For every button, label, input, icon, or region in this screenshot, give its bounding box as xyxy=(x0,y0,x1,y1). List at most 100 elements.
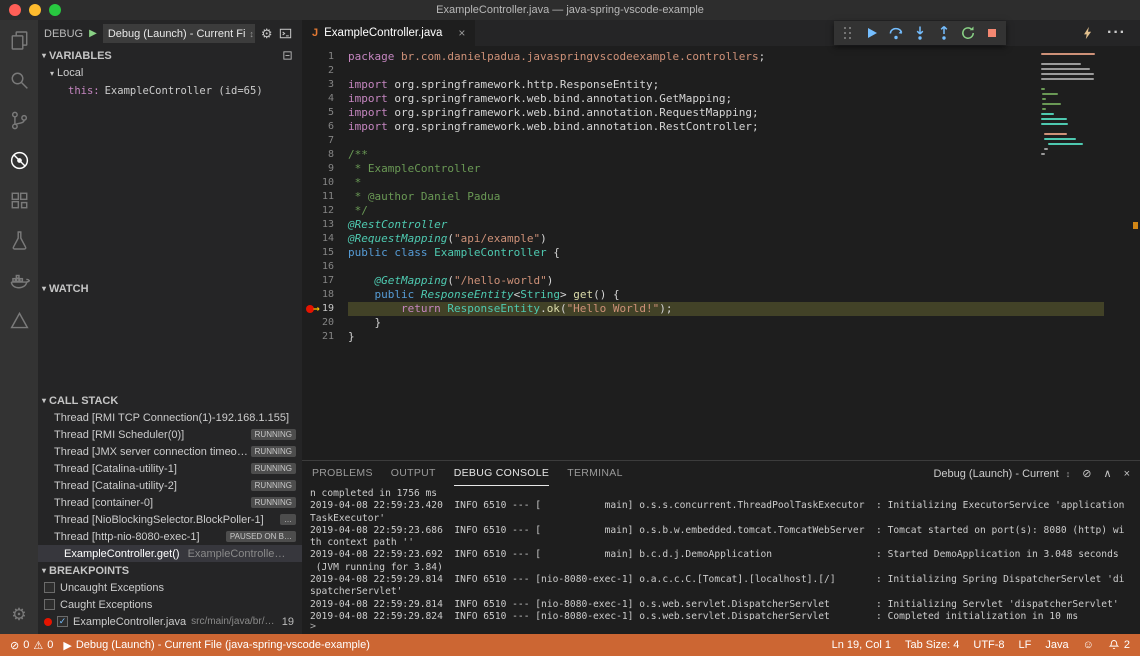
code-line-20[interactable]: 20 } xyxy=(302,316,1140,330)
code-line-17[interactable]: 17 @GetMapping("/hello-world") xyxy=(302,274,1140,288)
stop-button[interactable] xyxy=(980,21,1004,45)
settings-gear-icon[interactable]: ⚙ xyxy=(0,594,38,634)
gutter-line-6[interactable]: 6 xyxy=(302,120,348,134)
thread-row[interactable]: Thread [http-nio-8080-exec-1]PAUSED ON B… xyxy=(38,528,302,545)
gutter-line-20[interactable]: 20 xyxy=(302,316,348,330)
code-line-12[interactable]: 12 */ xyxy=(302,204,1140,218)
status-item[interactable]: UTF-8 xyxy=(973,639,1004,651)
code-line-10[interactable]: 10 * xyxy=(302,176,1140,190)
code-line-11[interactable]: 11 * @author Daniel Padua xyxy=(302,190,1140,204)
variable-entry[interactable]: this:ExampleController (id=65) xyxy=(38,82,302,100)
gutter-line-3[interactable]: 3 xyxy=(302,78,348,92)
minimize-window-button[interactable] xyxy=(29,4,41,16)
code-line-6[interactable]: 6import org.springframework.web.bind.ann… xyxy=(302,120,1140,134)
stack-frame-row[interactable]: ExampleController.get()ExampleControlle… xyxy=(38,545,302,562)
continue-button[interactable] xyxy=(860,21,884,45)
code-line-13[interactable]: 13@RestController xyxy=(302,218,1140,232)
close-window-button[interactable] xyxy=(9,4,21,16)
gutter-line-15[interactable]: 15 xyxy=(302,246,348,260)
maximize-window-button[interactable] xyxy=(49,4,61,16)
explorer-icon[interactable] xyxy=(0,20,38,60)
title-bar[interactable]: ExampleController.java — java-spring-vsc… xyxy=(0,0,1140,20)
call-stack-section-header[interactable]: ▾ CALL STACK xyxy=(38,392,302,409)
thread-row[interactable]: Thread [JMX server connection timeout 21… xyxy=(38,443,302,460)
thread-row[interactable]: Thread [container-0]RUNNING xyxy=(38,494,302,511)
thread-row[interactable]: Thread [RMI TCP Connection(1)-192.168.1.… xyxy=(38,409,302,426)
thread-row[interactable]: Thread [Catalina-utility-2]RUNNING xyxy=(38,477,302,494)
close-panel-icon[interactable]: × xyxy=(1124,468,1130,480)
overview-ruler[interactable] xyxy=(1104,46,1140,460)
code-line-16[interactable]: 16 xyxy=(302,260,1140,274)
code-line-15[interactable]: 15public class ExampleController { xyxy=(302,246,1140,260)
debug-icon[interactable] xyxy=(0,140,38,180)
breakpoint-checkbox[interactable]: ✓ xyxy=(57,616,68,627)
gutter-line-12[interactable]: 12 xyxy=(302,204,348,218)
code-line-8[interactable]: 8/** xyxy=(302,148,1140,162)
code-line-9[interactable]: 9 * ExampleController xyxy=(302,162,1140,176)
gutter-line-16[interactable]: 16 xyxy=(302,260,348,274)
code-line-21[interactable]: 21} xyxy=(302,330,1140,344)
editor-more-actions-icon[interactable]: ··· xyxy=(1107,24,1126,42)
gutter-line-17[interactable]: 17 xyxy=(302,274,348,288)
collapse-all-icon[interactable] xyxy=(281,49,294,62)
gutter-line-7[interactable]: 7 xyxy=(302,134,348,148)
toolbar-drag-handle[interactable] xyxy=(836,21,860,45)
gutter-line-18[interactable]: 18 xyxy=(302,288,348,302)
debug-session-select[interactable]: Debug (Launch) - Current ↕ xyxy=(933,468,1070,480)
tab-examplecontroller-java[interactable]: J ExampleController.java × xyxy=(302,20,475,46)
docker-icon[interactable] xyxy=(0,260,38,300)
code-line-3[interactable]: 3import org.springframework.http.Respons… xyxy=(302,78,1140,92)
panel-tab-debug-console[interactable]: DEBUG CONSOLE xyxy=(454,461,550,486)
code-line-19[interactable]: →19 return ResponseEntity.ok("Hello Worl… xyxy=(302,302,1140,316)
gutter-line-4[interactable]: 4 xyxy=(302,92,348,106)
gutter-line-9[interactable]: 9 xyxy=(302,162,348,176)
status-item[interactable]: Java xyxy=(1045,639,1068,651)
restart-button[interactable] xyxy=(956,21,980,45)
code-editor[interactable]: 1package br.com.danielpadua.javaspringvs… xyxy=(302,46,1140,460)
code-line-2[interactable]: 2 xyxy=(302,64,1140,78)
panel-tab-output[interactable]: OUTPUT xyxy=(391,461,436,486)
step-into-button[interactable] xyxy=(908,21,932,45)
status-item[interactable]: Ln 19, Col 1 xyxy=(832,639,891,651)
status-item[interactable]: LF xyxy=(1019,639,1032,651)
gutter-line-1[interactable]: 1 xyxy=(302,50,348,64)
breakpoint-row[interactable]: ✓ExampleController.javasrc/main/java/br/… xyxy=(38,613,302,630)
debug-console-toggle-icon[interactable] xyxy=(278,26,293,41)
gutter-line-5[interactable]: 5 xyxy=(302,106,348,120)
clear-console-icon[interactable]: ⊘ xyxy=(1082,467,1091,480)
minimap[interactable] xyxy=(1038,50,1104,168)
azure-icon[interactable] xyxy=(0,300,38,340)
panel-tab-problems[interactable]: PROBLEMS xyxy=(312,461,373,486)
maximize-panel-icon[interactable]: ∧ xyxy=(1104,467,1112,480)
breakpoint-checkbox[interactable] xyxy=(44,582,55,593)
code-line-18[interactable]: 18 public ResponseEntity<String> get() { xyxy=(302,288,1140,302)
gutter-line-10[interactable]: 10 xyxy=(302,176,348,190)
gutter-line-2[interactable]: 2 xyxy=(302,64,348,78)
thread-row[interactable]: Thread [RMI Scheduler(0)]RUNNING xyxy=(38,426,302,443)
code-line-7[interactable]: 7 xyxy=(302,134,1140,148)
code-line-14[interactable]: 14@RequestMapping("api/example") xyxy=(302,232,1140,246)
breakpoints-section-header[interactable]: ▾ BREAKPOINTS xyxy=(38,562,302,579)
breakpoint-checkbox[interactable] xyxy=(44,599,55,610)
gutter-line-11[interactable]: 11 xyxy=(302,190,348,204)
variables-section-header[interactable]: ▾ VARIABLES xyxy=(38,47,302,64)
debug-status[interactable]: ▶ Debug (Launch) - Current File (java-sp… xyxy=(63,639,370,652)
breakpoint-row[interactable]: Uncaught Exceptions xyxy=(38,579,302,596)
console-input-row[interactable]: > xyxy=(302,620,1140,634)
search-icon[interactable] xyxy=(0,60,38,100)
feedback-smiley[interactable]: ☺ xyxy=(1083,639,1094,651)
test-icon[interactable] xyxy=(0,220,38,260)
thread-row[interactable]: Thread [NioBlockingSelector.BlockPoller-… xyxy=(38,511,302,528)
start-debugging-button[interactable]: ▶ xyxy=(89,28,97,39)
extensions-icon[interactable] xyxy=(0,180,38,220)
thread-row[interactable]: Thread [Catalina-utility-1]RUNNING xyxy=(38,460,302,477)
gutter-line-19[interactable]: →19 xyxy=(302,302,348,316)
panel-tab-terminal[interactable]: TERMINAL xyxy=(567,461,623,486)
gutter-line-8[interactable]: 8 xyxy=(302,148,348,162)
bolt-icon[interactable] xyxy=(1081,26,1095,40)
debug-configuration-select[interactable]: Debug (Launch) - Current Fi ↕ xyxy=(103,24,255,43)
errors-indicator[interactable]: ⊘ 0 ⚠ 0 xyxy=(10,639,53,652)
breakpoint-row[interactable]: Caught Exceptions xyxy=(38,596,302,613)
step-over-button[interactable] xyxy=(884,21,908,45)
watch-section-header[interactable]: ▾ WATCH xyxy=(38,280,302,297)
